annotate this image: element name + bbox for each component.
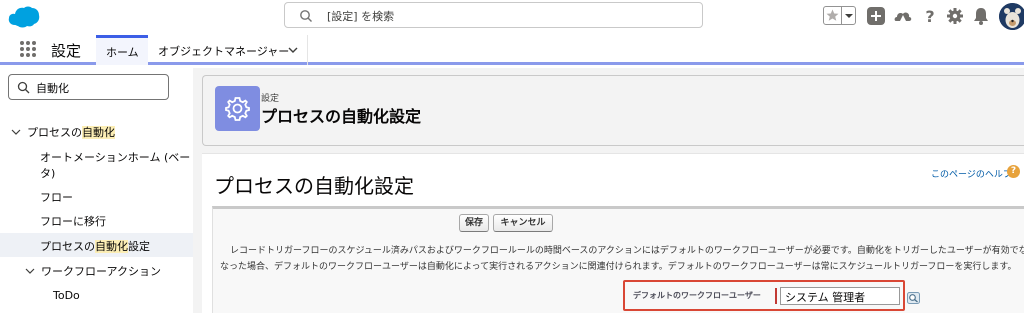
help-icon[interactable]: ? — [1007, 165, 1020, 178]
info-text-line-2: なった場合、デフォルトのワークフローユーザーは自動化によって実行されるアクション… — [220, 262, 1017, 272]
page-header: 設定 プロセスの自動化設定 — [202, 75, 1024, 146]
sidebar-item-label: フロー — [40, 191, 73, 204]
astro-avatar-icon — [999, 3, 1024, 30]
sidebar-item-label-suffix: 設定 — [128, 240, 150, 253]
save-button[interactable]: 保存 — [459, 214, 489, 232]
global-header: [設定] を検索 ? — [0, 0, 1024, 33]
sidebar-item-label: プロセスの — [27, 126, 82, 139]
tab-object-manager-label: オブジェクトマネージャー — [158, 45, 290, 58]
required-indicator — [775, 288, 777, 304]
tab-home-label: ホーム — [106, 46, 139, 59]
app-navigation-bar: 設定 ホーム オブジェクトマネージャー — [0, 35, 1024, 65]
favorites-divider — [841, 7, 842, 24]
chevron-down-icon[interactable] — [25, 266, 35, 276]
sidebar-item-automation-home[interactable]: オートメーションホーム (ベー — [40, 149, 190, 165]
tab-object-manager[interactable]: オブジェクトマネージャー — [148, 35, 308, 65]
main-title: プロセスの自動化設定 — [214, 174, 414, 198]
main-panel: プロセスの自動化設定 このページのヘルプ ? 保存 キャンセル レコードトリガー… — [202, 153, 1024, 313]
page-icon — [215, 86, 260, 131]
lookup-icon[interactable] — [907, 292, 920, 304]
add-icon[interactable] — [866, 6, 886, 26]
chevron-down-icon[interactable] — [11, 127, 21, 137]
gear-icon[interactable] — [945, 6, 965, 26]
sidebar-item-flows[interactable]: フロー — [40, 189, 73, 205]
cancel-button[interactable]: キャンセル — [493, 214, 553, 232]
page-title: プロセスの自動化設定 — [261, 107, 422, 126]
search-placeholder: [設定] を検索 — [327, 10, 395, 23]
star-icon[interactable] — [824, 7, 841, 24]
sidebar-item-label: タ) — [40, 167, 56, 180]
sidebar-item-label: オートメーションホーム (ベー — [40, 151, 191, 164]
salesforce-cloud-icon[interactable] — [7, 3, 41, 29]
setup-sidebar: 自動化 プロセスの自動化 オートメーションホーム (ベー タ) フロー フローに… — [0, 68, 193, 313]
default-workflow-user-input[interactable]: システム 管理者 — [780, 287, 900, 305]
bell-icon[interactable] — [971, 6, 991, 26]
field-label: デフォルトのワークフローユーザー — [633, 291, 761, 300]
sidebar-item-automation-home-cont[interactable]: タ) — [40, 165, 55, 181]
info-text-line-1: レコードトリガーフローのスケジュール済みパスおよびワークフロールールの時間ベース… — [230, 246, 1024, 256]
quickfind-input[interactable]: 自動化 — [8, 74, 169, 100]
sidebar-item-process-automation[interactable]: プロセスの自動化 — [11, 124, 115, 140]
sidebar-item-process-automation-settings[interactable]: プロセスの自動化設定 — [40, 238, 150, 254]
app-name: 設定 — [51, 42, 82, 60]
waffle-icon[interactable] — [19, 40, 37, 58]
sidebar-item-label: フローに移行 — [40, 215, 106, 228]
search-highlight: 自動化 — [95, 240, 128, 253]
sidebar-item-todo[interactable]: ToDo — [53, 289, 80, 302]
edit-settings-block: 保存 キャンセル レコードトリガーフローのスケジュール済みパスおよびワークフロー… — [212, 206, 1024, 313]
search-icon — [17, 81, 30, 94]
sidebar-item-label: プロセスの — [40, 240, 95, 253]
sidebar-item-migrate-to-flow[interactable]: フローに移行 — [40, 213, 106, 229]
trailhead-icon[interactable] — [893, 6, 913, 26]
help-icon[interactable]: ? — [920, 6, 940, 26]
gear-icon — [225, 97, 250, 121]
favorites-button-group[interactable] — [823, 6, 856, 25]
sidebar-item-label: ワークフローアクション — [41, 265, 162, 278]
quickfind-value: 自動化 — [36, 82, 69, 95]
sidebar-item-label: ToDo — [53, 289, 80, 302]
search-icon — [300, 10, 312, 22]
tab-home[interactable]: ホーム — [96, 35, 148, 65]
default-workflow-user-field: デフォルトのワークフローユーザー システム 管理者 — [623, 280, 905, 311]
chevron-down-icon[interactable] — [287, 45, 299, 55]
sidebar-item-workflow-actions[interactable]: ワークフローアクション — [25, 263, 161, 279]
svg-text:?: ? — [925, 7, 934, 26]
global-search-box[interactable]: [設定] を検索 — [284, 2, 703, 28]
avatar[interactable] — [999, 3, 1024, 30]
search-highlight: 自動化 — [82, 126, 115, 139]
help-link[interactable]: このページのヘルプ — [931, 167, 1012, 180]
chevron-down-icon[interactable] — [843, 7, 855, 24]
